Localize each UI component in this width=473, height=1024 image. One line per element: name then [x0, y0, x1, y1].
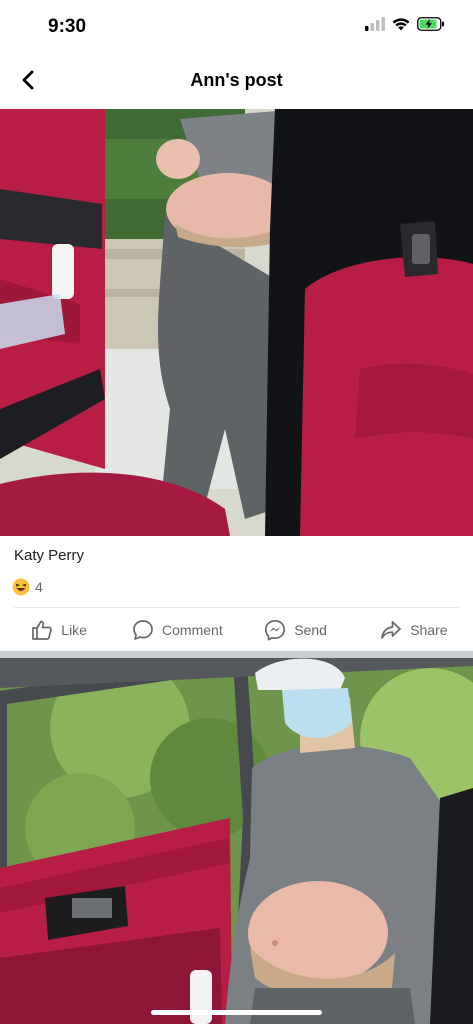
- status-bar: 9:30: [0, 0, 473, 52]
- post-photo[interactable]: [0, 658, 473, 1024]
- send-button[interactable]: Send: [237, 608, 355, 652]
- like-button[interactable]: Like: [0, 608, 118, 652]
- comment-button[interactable]: Comment: [118, 608, 236, 652]
- laughing-emoji-icon: [12, 578, 30, 596]
- author-name[interactable]: Katy Perry: [14, 547, 84, 564]
- battery-charging-icon: [417, 17, 444, 31]
- status-icons: [365, 17, 445, 31]
- comment-bubble-icon: [133, 620, 153, 640]
- messenger-icon: [265, 619, 286, 641]
- home-indicator: [151, 1010, 322, 1015]
- like-label: Like: [61, 622, 87, 638]
- wifi-icon: [392, 18, 410, 31]
- reaction-count: 4: [35, 579, 43, 595]
- page-title: Ann's post: [190, 70, 283, 90]
- status-time: 9:30: [48, 16, 87, 37]
- share-button[interactable]: Share: [355, 608, 473, 652]
- post-separator: [0, 651, 473, 658]
- share-arrow-icon: [381, 621, 402, 639]
- post-photo[interactable]: [0, 109, 473, 536]
- thumbs-up-icon: [32, 620, 53, 640]
- photo-image: [0, 109, 473, 536]
- comment-label: Comment: [162, 622, 223, 638]
- post-actions: Like Comment Send Share: [0, 608, 473, 652]
- send-label: Send: [294, 622, 327, 638]
- signal-icon: [365, 17, 385, 31]
- post-meta: Katy Perry 4 Like Comment Send Share: [0, 536, 473, 654]
- nav-bar: Ann's post: [0, 52, 473, 108]
- photo-image: [0, 658, 473, 1024]
- share-label: Share: [410, 622, 448, 638]
- reaction-summary[interactable]: 4: [12, 578, 43, 596]
